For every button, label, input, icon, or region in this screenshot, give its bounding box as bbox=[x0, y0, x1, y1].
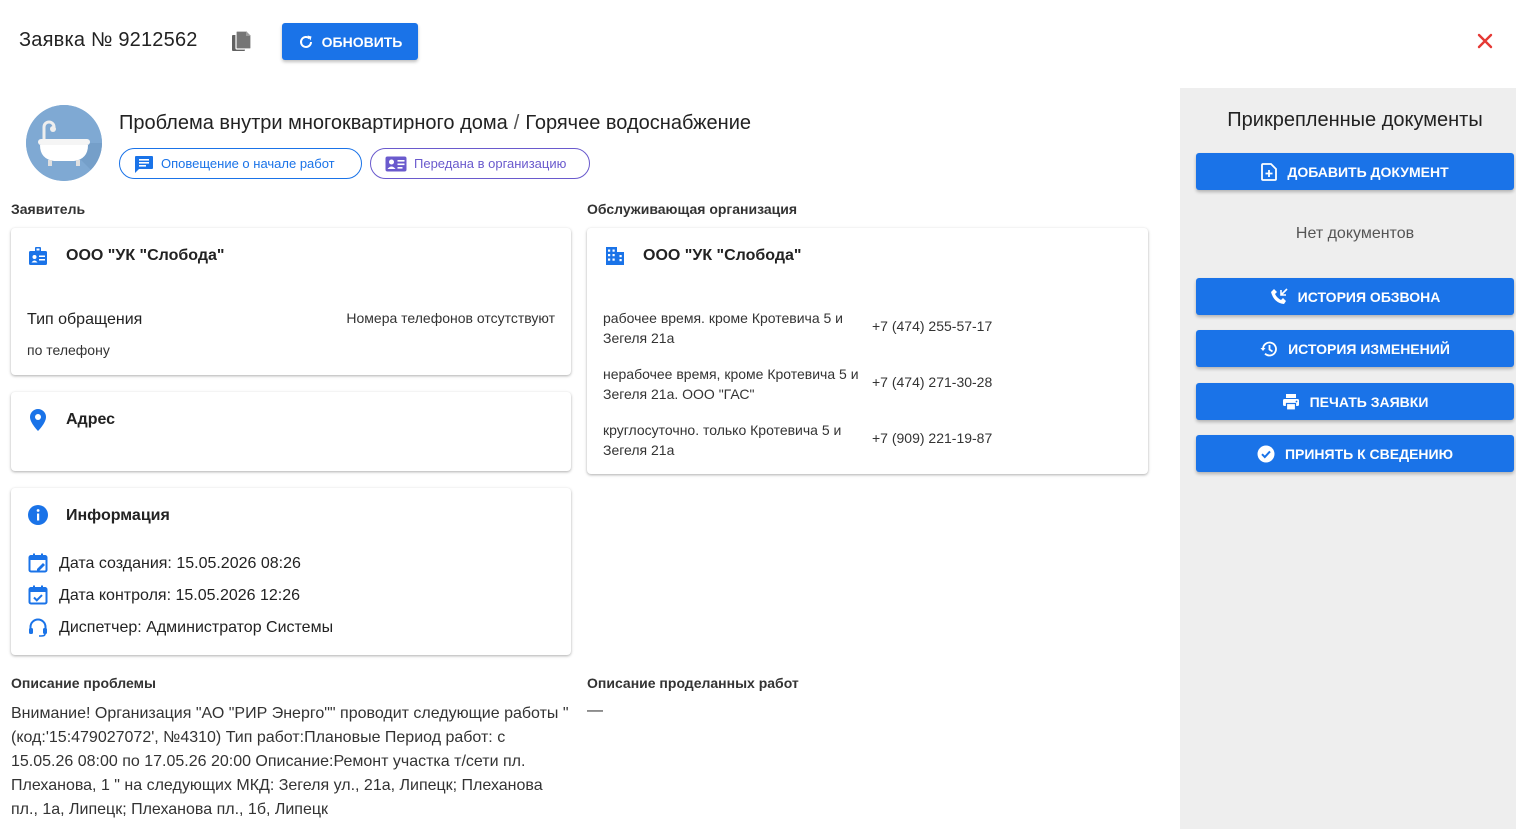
dispatcher: Диспетчер: Администратор Системы bbox=[59, 619, 334, 636]
call-history-label: ИСТОРИЯ ОБЗВОНА bbox=[1297, 288, 1441, 305]
service-org-label: Обслуживающая организация bbox=[587, 201, 798, 217]
print-button[interactable]: ПЕЧАТЬ ЗАЯВКИ bbox=[1196, 383, 1514, 420]
control-date: Дата контроля: 15.05.2026 12:26 bbox=[59, 587, 301, 604]
info-title: Информация bbox=[66, 507, 170, 524]
phone-number[interactable]: +7 (474) 271-30-28 bbox=[872, 374, 992, 390]
chip-label: Оповещение о начале работ bbox=[161, 156, 335, 171]
no-documents-text: Нет документов bbox=[1295, 225, 1415, 242]
problem-headline: Проблема внутри многоквартирного дома / Го… bbox=[119, 112, 751, 135]
change-history-label: ИСТОРИЯ ИЗМЕНЕНИЙ bbox=[1288, 340, 1450, 357]
documents-sidebar: Прикрепленные документы ДОБАВИТЬ ДОКУМЕН… bbox=[1180, 88, 1516, 829]
phone-row: круглосуточно. только Кротевича 5 и Зеге… bbox=[603, 420, 1143, 460]
sidebar-title: Прикрепленные документы bbox=[1227, 109, 1483, 131]
problem-subcategory: Горячее водоснабжение bbox=[525, 112, 752, 134]
contact-card-icon bbox=[385, 156, 407, 171]
request-type-label: Тип обращения bbox=[27, 311, 143, 328]
phone-callback-icon bbox=[1270, 287, 1288, 304]
phone-row: рабочее время. кроме Кротевича 5 и Зегел… bbox=[603, 308, 1143, 348]
refresh-button[interactable]: ОБНОВИТЬ bbox=[282, 23, 418, 60]
building-icon bbox=[606, 247, 624, 265]
acknowledge-button[interactable]: ПРИНЯТЬ К СВЕДЕНИЮ bbox=[1196, 435, 1514, 472]
add-document-button[interactable]: ДОБАВИТЬ ДОКУМЕНТ bbox=[1196, 153, 1514, 190]
printer-icon bbox=[1282, 393, 1299, 411]
print-label: ПЕЧАТЬ ЗАЯВКИ bbox=[1309, 393, 1429, 410]
refresh-icon bbox=[299, 35, 312, 48]
phone-desc: нерабочее время, кроме Кротевича 5 и Зег… bbox=[603, 366, 859, 402]
copy-icon[interactable] bbox=[231, 30, 253, 54]
work-done-label: Описание проделанных работ bbox=[587, 675, 799, 691]
history-icon bbox=[1260, 341, 1277, 356]
applicant-name: ООО "УК "Слобода" bbox=[66, 247, 225, 264]
acknowledge-label: ПРИНЯТЬ К СВЕДЕНИЮ bbox=[1284, 445, 1454, 462]
address-title: Адрес bbox=[66, 411, 116, 428]
bathtub-avatar-icon bbox=[26, 105, 102, 181]
file-add-icon bbox=[1261, 162, 1278, 181]
info-card: Информация Дата создания: 15.05.2026 08:… bbox=[11, 488, 571, 655]
ticket-title: Заявка № 9212562 bbox=[19, 29, 198, 51]
applicant-label: Заявитель bbox=[11, 201, 86, 217]
problem-category: Проблема внутри многоквартирного дома bbox=[119, 112, 508, 134]
change-history-button[interactable]: ИСТОРИЯ ИЗМЕНЕНИЙ bbox=[1196, 330, 1514, 367]
call-history-button[interactable]: ИСТОРИЯ ОБЗВОНА bbox=[1196, 278, 1514, 315]
description-text: Внимание! Организация "АО "РИР Энерго"" … bbox=[11, 705, 569, 818]
main-content: Проблема внутри многоквартирного дома / Го… bbox=[0, 88, 1180, 829]
chip-label: Передана в организацию bbox=[414, 156, 567, 171]
calendar-edit-icon bbox=[28, 553, 48, 573]
info-icon bbox=[28, 505, 48, 525]
business-badge-icon bbox=[29, 247, 47, 265]
add-document-label: ДОБАВИТЬ ДОКУМЕНТ bbox=[1287, 163, 1449, 180]
refresh-label: ОБНОВИТЬ bbox=[321, 33, 403, 50]
description-label: Описание проблемы bbox=[11, 675, 156, 691]
phones-note: Номера телефонов отсутствуют bbox=[346, 310, 555, 326]
phone-desc: рабочее время. кроме Кротевича 5 и Зегел… bbox=[603, 310, 844, 346]
close-icon[interactable] bbox=[1475, 31, 1495, 51]
address-card: Адрес bbox=[11, 392, 571, 471]
applicant-card: ООО "УК "Слобода" Тип обращения по телеф… bbox=[11, 228, 571, 375]
headline-separator: / bbox=[513, 112, 520, 134]
chip-transferred-to-org[interactable]: Передана в организацию bbox=[370, 148, 590, 179]
headset-icon bbox=[29, 618, 47, 637]
work-done-text: — bbox=[587, 702, 603, 719]
phone-number[interactable]: +7 (474) 255-57-17 bbox=[872, 318, 992, 334]
phone-number[interactable]: +7 (909) 221-19-87 bbox=[872, 430, 992, 446]
service-org-card: ООО "УК "Слобода" рабочее время. кроме К… bbox=[587, 228, 1148, 474]
check-circle-icon bbox=[1257, 445, 1275, 462]
service-org-name: ООО "УК "Слобода" bbox=[643, 247, 802, 264]
phone-row: нерабочее время, кроме Кротевича 5 и Зег… bbox=[603, 364, 1143, 404]
chip-work-start-notice[interactable]: Оповещение о начале работ bbox=[119, 148, 362, 179]
phone-desc: круглосуточно. только Кротевича 5 и Зеге… bbox=[603, 422, 842, 458]
calendar-check-icon bbox=[28, 585, 48, 605]
location-pin-icon bbox=[30, 409, 46, 431]
top-bar: Заявка № 9212562 ОБНОВИТЬ bbox=[0, 0, 1516, 84]
message-icon bbox=[135, 155, 153, 173]
created-date: Дата создания: 15.05.2026 08:26 bbox=[59, 555, 301, 572]
request-type-value: по телефону bbox=[27, 342, 110, 358]
